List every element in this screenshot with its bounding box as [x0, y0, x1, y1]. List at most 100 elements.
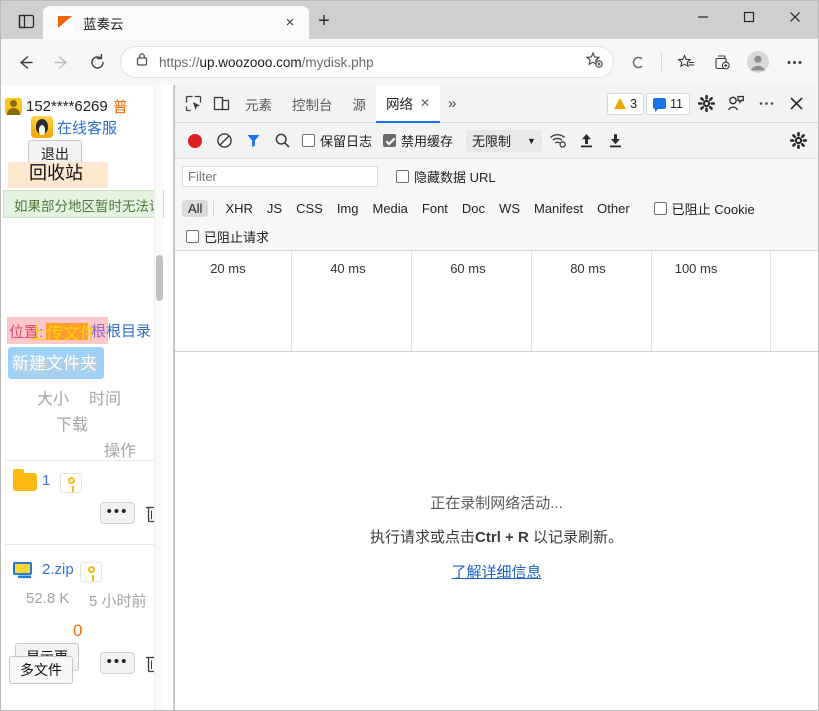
column-header-size: 大小 — [37, 391, 70, 408]
network-conditions-icon[interactable] — [545, 128, 571, 154]
file-name[interactable]: 2.zip — [42, 561, 74, 578]
show-more-files-button-line2[interactable]: 多文件 — [9, 656, 73, 684]
navbar-actions — [619, 44, 812, 80]
file-time: 5 小时前 — [89, 593, 147, 610]
throttling-dropdown[interactable]: 无限制 ▼ — [466, 129, 542, 152]
preserve-log-checkbox[interactable]: 保留日志 — [302, 131, 372, 150]
collections-icon[interactable] — [704, 44, 740, 80]
column-header-time: 时间 — [89, 391, 122, 408]
feedback-icon[interactable] — [722, 90, 750, 118]
recycle-bin-link[interactable]: 回收站 — [29, 159, 83, 185]
column-header-action: 操作 — [104, 443, 137, 460]
maximize-button[interactable] — [726, 1, 772, 33]
forward-arrow-icon — [43, 44, 79, 80]
upload-file-button[interactable]: 上传文件 — [29, 319, 97, 344]
more-options-icon[interactable] — [776, 44, 812, 80]
lock-icon — [135, 52, 149, 72]
tab-elements[interactable]: 元素 — [235, 85, 282, 122]
add-favorite-icon[interactable] — [585, 51, 603, 74]
online-support-link[interactable]: 在线客服 — [31, 116, 117, 138]
hide-data-urls-checkbox[interactable]: 隐藏数据 URL — [396, 167, 496, 186]
search-icon[interactable] — [269, 128, 295, 154]
tab-sources[interactable]: 源 — [343, 85, 377, 122]
browser-viewport: 152****6269 普 在线客服 退出 回收站 如果部分地区暂时无法访 位置… — [1, 84, 818, 710]
blocked-requests-checkbox[interactable]: 已阻止请求 — [186, 227, 269, 246]
type-filter-xhr[interactable]: XHR — [219, 200, 258, 217]
type-filter-media[interactable]: Media — [366, 200, 413, 217]
disable-cache-box[interactable] — [383, 134, 397, 147]
type-filter-manifest[interactable]: Manifest — [528, 200, 589, 217]
key-icon[interactable] — [60, 473, 82, 493]
devtools-actions: 3 11 — [607, 90, 814, 118]
timeline-tick-label: 60 ms — [450, 261, 486, 276]
tab-network-close-icon[interactable]: ✕ — [420, 96, 430, 110]
inspect-element-icon[interactable] — [179, 90, 207, 118]
message-bubble-icon — [653, 98, 667, 112]
resource-type-filters: All XHR JS CSS Img Media Font Doc WS Man… — [175, 193, 818, 223]
timeline-tick: 100 ms — [652, 251, 771, 351]
user-avatar-icon — [5, 98, 22, 115]
new-tab-button[interactable]: + — [309, 6, 339, 36]
blocked-cookies-box[interactable] — [653, 201, 667, 215]
qq-penguin-icon — [31, 116, 53, 138]
more-tabs-button[interactable]: » — [440, 95, 464, 112]
new-folder-button[interactable]: 新建文件夹 — [12, 349, 97, 374]
blocked-requests-box[interactable] — [186, 230, 199, 243]
network-timeline-overview[interactable]: 20 ms 40 ms 60 ms 80 ms 100 ms — [175, 251, 818, 352]
row-menu-button[interactable]: ••• — [100, 502, 135, 524]
browser-tab[interactable]: 蓝奏云 × — [43, 6, 309, 39]
navbar-divider — [661, 53, 662, 71]
type-filter-all[interactable]: All — [182, 199, 209, 217]
close-devtools-icon[interactable] — [782, 90, 810, 118]
hide-data-urls-box[interactable] — [396, 169, 409, 183]
timeline-tick: 80 ms — [532, 251, 652, 351]
tab-close-icon[interactable]: × — [279, 12, 301, 34]
type-filter-img[interactable]: Img — [331, 200, 365, 217]
filter-input[interactable] — [182, 165, 378, 187]
tab-network[interactable]: 网络 ✕ — [376, 84, 441, 123]
filter-row: 隐藏数据 URL — [175, 159, 818, 193]
tab-console[interactable]: 控制台 — [282, 85, 343, 122]
import-har-icon[interactable] — [574, 128, 600, 154]
type-filter-js[interactable]: JS — [261, 200, 288, 217]
filter-funnel-icon[interactable] — [240, 128, 266, 154]
disable-cache-checkbox[interactable]: 禁用缓存 — [383, 131, 453, 150]
warning-count-badge[interactable]: 3 — [607, 92, 645, 115]
device-toolbar-icon[interactable] — [207, 90, 235, 118]
reload-icon[interactable] — [79, 44, 115, 80]
type-filter-doc[interactable]: Doc — [456, 200, 491, 217]
back-arrow-icon[interactable] — [7, 44, 43, 80]
clear-icon[interactable] — [211, 128, 237, 154]
browser-essentials-icon[interactable] — [619, 44, 655, 80]
blocked-cookies-checkbox[interactable]: 已阻止 Cookie — [653, 199, 755, 218]
key-icon[interactable] — [80, 562, 102, 582]
minimize-button[interactable] — [680, 1, 726, 33]
profile-avatar-icon[interactable] — [740, 44, 776, 80]
tab-list-icon[interactable] — [9, 6, 43, 36]
page-scrollbar-thumb[interactable] — [156, 255, 163, 301]
address-bar-url: https://up.woozooo.com/mydisk.php — [159, 54, 374, 70]
blocked-cookies-label: 已阻止 Cookie — [671, 201, 755, 217]
folder-icon — [13, 469, 37, 491]
close-window-button[interactable] — [772, 1, 818, 33]
export-har-icon[interactable] — [603, 128, 629, 154]
favorites-icon[interactable] — [668, 44, 704, 80]
root-directory-link[interactable]: 根根目录 — [91, 320, 151, 341]
gear-icon[interactable] — [692, 90, 720, 118]
preserve-log-box[interactable] — [302, 134, 315, 147]
type-filter-font[interactable]: Font — [416, 200, 454, 217]
blocked-requests-row: 已阻止请求 — [175, 223, 818, 251]
type-filter-css[interactable]: CSS — [290, 200, 329, 217]
zip-file-icon — [13, 562, 35, 579]
address-bar[interactable]: https://up.woozooo.com/mydisk.php — [121, 47, 613, 77]
type-filter-other[interactable]: Other — [591, 200, 636, 217]
page-scrollbar[interactable] — [154, 85, 163, 710]
row-menu-button[interactable]: ••• — [100, 652, 135, 674]
file-name[interactable]: 1 — [42, 472, 50, 489]
more-tools-icon[interactable] — [752, 90, 780, 118]
message-count-badge[interactable]: 11 — [646, 92, 690, 115]
network-settings-gear-icon[interactable] — [785, 128, 811, 154]
learn-more-link[interactable]: 了解详细信息 — [451, 564, 541, 581]
record-stop-icon[interactable] — [182, 128, 208, 154]
type-filter-ws[interactable]: WS — [493, 200, 526, 217]
